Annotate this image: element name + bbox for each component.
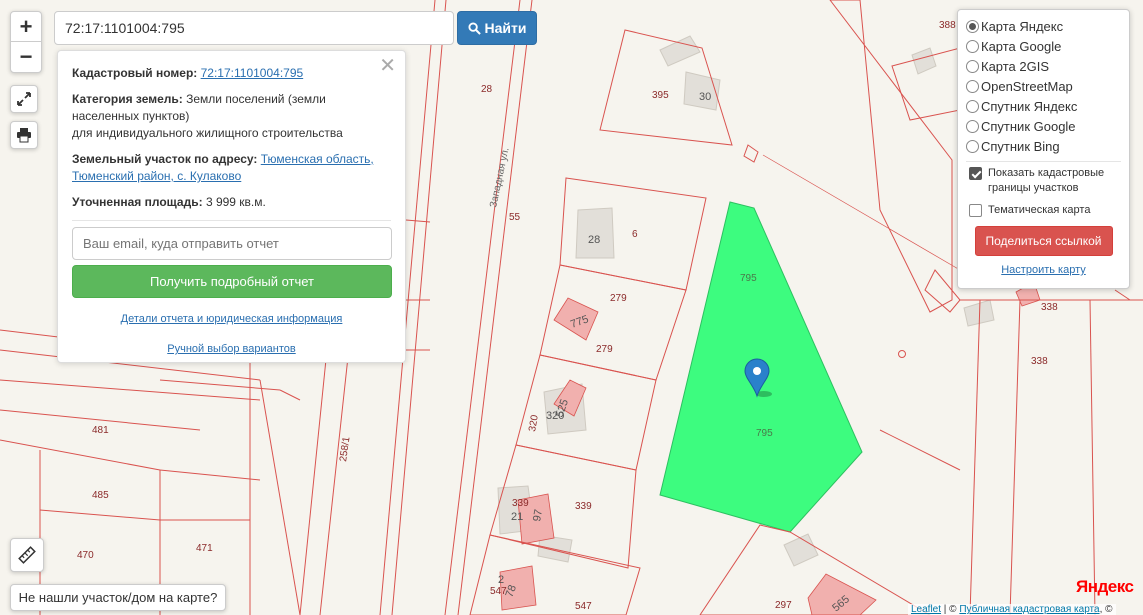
layer-option-label: Спутник Bing <box>981 138 1060 154</box>
parcel-info-panel: ✕ Кадастровый номер: 72:17:1101004:795 К… <box>57 50 406 363</box>
printer-icon <box>17 128 31 143</box>
attribution-end: , © <box>1099 604 1113 615</box>
cadastral-number-row: Кадастровый номер: 72:17:1101004:795 <box>72 65 391 82</box>
parcel-label: 339 <box>575 501 592 512</box>
map-attribution: Leaflet | © Публичная кадастровая карта,… <box>908 604 1116 615</box>
parcel-label: 795 <box>740 273 757 284</box>
show-borders-toggle[interactable]: Показать кадастровые границы участков <box>966 166 1121 196</box>
cadastral-number-link[interactable]: 72:17:1101004:795 <box>201 66 304 80</box>
fullscreen-button[interactable] <box>10 85 38 113</box>
parcel-label: 795 <box>756 428 773 439</box>
cadastral-search-input[interactable] <box>54 11 454 45</box>
parcel-label: 55 <box>509 212 521 223</box>
radio-icon[interactable] <box>966 39 979 53</box>
report-details-link[interactable]: Детали отчета и юридическая информация <box>72 311 391 328</box>
layer-option-label: Спутник Google <box>981 118 1076 134</box>
divider <box>72 220 391 221</box>
setup-map-link[interactable]: Настроить карту <box>966 264 1121 276</box>
parcel-label: 485 <box>92 490 109 501</box>
parcel-label: 471 <box>196 543 213 554</box>
radio-icon[interactable] <box>966 119 979 133</box>
layer-option-google-satellite[interactable]: Спутник Google <box>966 116 1121 136</box>
not-found-button[interactable]: Не нашли участок/дом на карте? <box>10 584 226 611</box>
parcel-label: 481 <box>92 425 109 436</box>
land-category-row: Категория земель: Земли поселений (земли… <box>72 91 391 142</box>
layer-option-label: Спутник Яндекс <box>981 98 1078 114</box>
house-number: 30 <box>699 91 711 103</box>
area-label: Уточненная площадь: <box>72 195 203 209</box>
parcel-label: 388 <box>939 20 956 31</box>
parcel-label: 338 <box>1031 356 1048 367</box>
land-use-value: для индивидуального жилищного строительс… <box>72 126 343 140</box>
thematic-map-label: Тематическая карта <box>988 204 1091 216</box>
parcel-label: 339 <box>512 498 529 509</box>
attribution-separator: | © <box>941 604 960 615</box>
radio-icon[interactable] <box>966 139 979 153</box>
yandex-logo: Яндекс <box>1076 577 1134 597</box>
layer-option-yandex-map[interactable]: Карта Яндекс <box>966 16 1121 36</box>
radio-icon[interactable] <box>966 99 979 113</box>
yandex-logo-text: Яндекс <box>1076 577 1134 596</box>
zoom-out-button[interactable]: − <box>11 42 41 72</box>
layer-option-yandex-satellite[interactable]: Спутник Яндекс <box>966 96 1121 116</box>
zoom-in-button[interactable]: + <box>11 12 41 42</box>
divider <box>966 161 1121 162</box>
parcel-label: 470 <box>77 550 94 561</box>
parcel-label: 297 <box>775 600 792 611</box>
house-number: 97 <box>531 508 545 522</box>
layers-panel: Карта Яндекс Карта Google Карта 2GIS Ope… <box>957 9 1130 289</box>
radio-icon[interactable] <box>966 19 979 33</box>
get-report-button[interactable]: Получить подробный отчет <box>72 265 392 298</box>
address-row: Земельный участок по адресу: Тюменская о… <box>72 151 391 185</box>
search-button[interactable]: Найти <box>457 11 537 45</box>
close-icon[interactable]: ✕ <box>379 55 396 77</box>
layer-option-label: OpenStreetMap <box>981 78 1073 94</box>
land-category-label: Категория земель: <box>72 92 183 106</box>
area-value: 3 999 кв.м. <box>205 195 266 209</box>
zoom-control: + − <box>10 11 42 73</box>
layer-option-2gis-map[interactable]: Карта 2GIS <box>966 56 1121 76</box>
cadastral-number-label: Кадастровый номер: <box>72 66 198 80</box>
email-field[interactable] <box>72 227 392 260</box>
print-button[interactable] <box>10 121 38 149</box>
manual-selection-link[interactable]: Ручной выбор вариантов <box>72 341 391 358</box>
layer-option-label: Карта 2GIS <box>981 58 1050 74</box>
layer-option-label: Карта Google <box>981 38 1062 54</box>
pkk-link[interactable]: Публичная кадастровая карта <box>959 604 1099 615</box>
radio-icon[interactable] <box>966 59 979 73</box>
house-number: 2 <box>498 574 504 586</box>
layer-option-osm[interactable]: OpenStreetMap <box>966 76 1121 96</box>
checkbox-icon[interactable] <box>969 204 982 217</box>
parcel-label: 28 <box>481 84 493 95</box>
leaflet-link[interactable]: Leaflet <box>911 604 941 615</box>
ruler-icon <box>18 546 36 564</box>
layer-option-bing-satellite[interactable]: Спутник Bing <box>966 136 1121 156</box>
house-number: 21 <box>511 511 523 523</box>
house-number: 320 <box>546 410 564 422</box>
show-borders-label: Показать кадастровые границы участков <box>988 167 1105 194</box>
radio-icon[interactable] <box>966 79 979 93</box>
thematic-map-toggle[interactable]: Тематическая карта <box>966 203 1121 218</box>
layer-option-google-map[interactable]: Карта Google <box>966 36 1121 56</box>
checkbox-checked-icon[interactable] <box>969 167 982 180</box>
search-icon <box>467 21 481 35</box>
fullscreen-icon <box>17 92 31 106</box>
parcel-label: 6 <box>632 229 638 240</box>
parcel-label: 279 <box>610 293 627 304</box>
address-label: Земельный участок по адресу: <box>72 152 258 166</box>
parcel-label: 395 <box>652 90 669 101</box>
layer-option-label: Карта Яндекс <box>981 18 1064 34</box>
parcel-label: 547 <box>575 601 592 612</box>
parcel-label: 338 <box>1041 302 1058 313</box>
house-number: 28 <box>588 234 600 246</box>
area-row: Уточненная площадь: 3 999 кв.м. <box>72 194 391 211</box>
search-button-label: Найти <box>484 20 527 36</box>
share-link-button[interactable]: Поделиться ссылкой <box>974 226 1113 256</box>
parcel-label: 279 <box>596 344 613 355</box>
ruler-button[interactable] <box>10 538 44 572</box>
